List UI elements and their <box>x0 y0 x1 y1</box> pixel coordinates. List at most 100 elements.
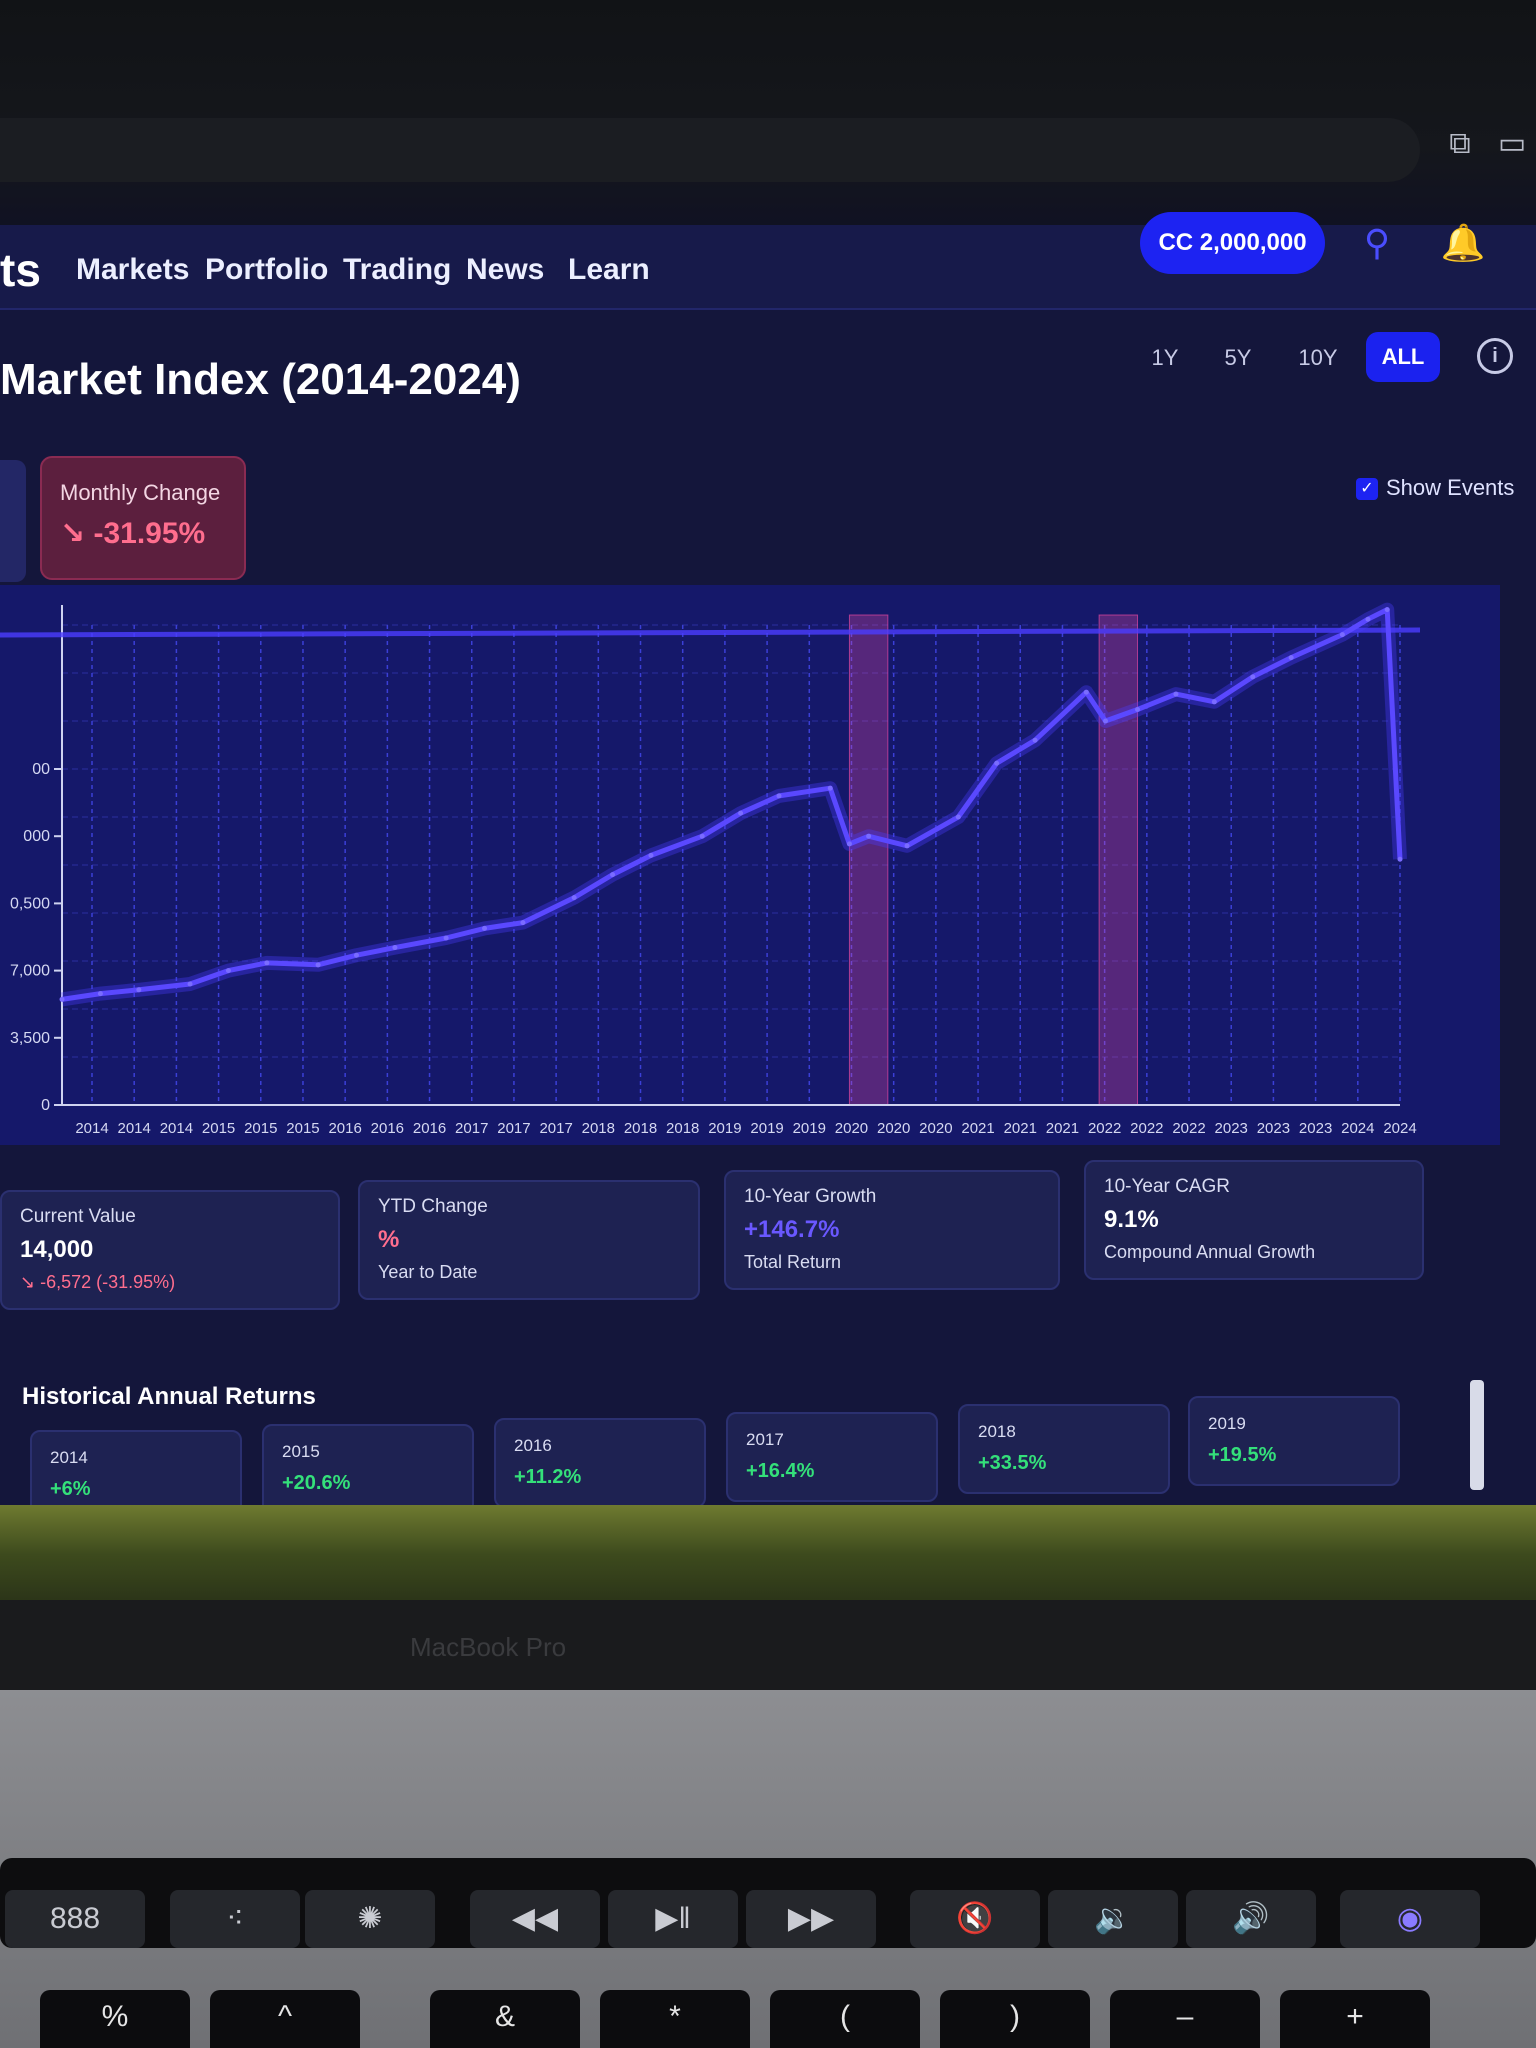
x-tick-label: 2015 <box>202 1120 235 1137</box>
y-tick-label: 000 <box>23 828 50 845</box>
annual-return: +33.5% <box>978 1452 1047 1474</box>
key-minus[interactable]: – <box>1110 1990 1260 2048</box>
data-point <box>1211 699 1217 705</box>
devices-icon[interactable]: ▭ <box>1492 124 1532 164</box>
data-point <box>1339 632 1345 638</box>
range-10y[interactable]: 10Y <box>1288 338 1348 378</box>
annual-year: 2014 <box>50 1448 88 1467</box>
data-point <box>482 925 488 931</box>
y-tick-label: 0 <box>41 1097 50 1114</box>
checkbox-checked-icon[interactable]: ✓ <box>1356 478 1378 501</box>
annual-card-2015[interactable]: 2015 +20.6% <box>262 1424 474 1505</box>
siri-icon[interactable]: ◉ <box>1340 1890 1480 1948</box>
data-point <box>904 843 910 849</box>
monthly-change-value: -31.95% <box>93 517 206 550</box>
nav-portfolio[interactable]: Portfolio <box>205 253 328 287</box>
address-bar[interactable] <box>0 118 1420 182</box>
x-tick-label: 2014 <box>75 1120 108 1137</box>
cagr-card: 10-Year CAGR 9.1% Compound Annual Growth <box>1084 1160 1424 1280</box>
growth-value: +146.7% <box>744 1216 840 1243</box>
data-point <box>846 841 852 847</box>
x-tick-label: 2024 <box>1341 1120 1374 1137</box>
scrollbar[interactable] <box>1470 1380 1484 1490</box>
key-asterisk[interactable]: * <box>600 1990 750 2048</box>
search-icon[interactable]: ⚲ <box>1352 218 1402 268</box>
key-percent[interactable]: % <box>40 1990 190 2048</box>
nav-trading[interactable]: Trading <box>343 253 451 287</box>
data-point <box>225 968 231 974</box>
x-tick-label: 2024 <box>1383 1120 1416 1137</box>
x-tick-label: 2018 <box>666 1120 699 1137</box>
annual-return: +6% <box>50 1478 91 1500</box>
annual-return: +11.2% <box>514 1466 582 1488</box>
data-point <box>776 793 782 799</box>
annual-card-2016[interactable]: 2016 +11.2% <box>494 1418 706 1505</box>
desktop-wallpaper <box>0 1505 1536 1605</box>
balance-button[interactable]: CC 2,000,000 <box>1140 212 1325 274</box>
data-point <box>1103 718 1109 724</box>
x-tick-label: 2022 <box>1130 1120 1163 1137</box>
annual-card-2014[interactable]: 2014 +6% <box>30 1430 242 1505</box>
x-tick-label: 2019 <box>750 1120 783 1137</box>
annual-card-2019[interactable]: 2019 +19.5% <box>1188 1396 1400 1486</box>
launchpad-icon[interactable]: 888 <box>5 1890 145 1948</box>
x-tick-label: 2017 <box>497 1120 530 1137</box>
x-tick-label: 2022 <box>1088 1120 1121 1137</box>
annual-year: 2017 <box>746 1430 784 1449</box>
x-tick-label: 2017 <box>455 1120 488 1137</box>
browser-chrome: ⧉ ▭ <box>0 0 1536 245</box>
x-tick-label: 2016 <box>371 1120 404 1137</box>
show-events-toggle[interactable]: ✓ Show Events <box>1356 475 1514 501</box>
x-tick-label: 2019 <box>793 1120 826 1137</box>
trend-down-icon: ↘ <box>60 517 94 550</box>
data-point <box>443 935 449 941</box>
play-pause-icon[interactable]: ▶‖ <box>608 1890 738 1948</box>
brand-logo[interactable]: ts <box>0 243 41 297</box>
event-band <box>848 614 889 1106</box>
cagr-value: 9.1% <box>1104 1206 1159 1233</box>
nav-news[interactable]: News <box>466 253 544 287</box>
range-5y[interactable]: 5Y <box>1208 338 1268 378</box>
x-tick-label: 2015 <box>286 1120 319 1137</box>
data-point <box>353 952 359 958</box>
annual-card-2018[interactable]: 2018 +33.5% <box>958 1404 1170 1494</box>
data-point <box>1288 655 1294 661</box>
x-tick-label: 2023 <box>1257 1120 1290 1137</box>
trend-down-icon: ↘ <box>20 1272 41 1292</box>
data-point <box>97 991 103 997</box>
key-plus[interactable]: + <box>1280 1990 1430 2048</box>
volume-down-icon[interactable]: 🔉 <box>1048 1890 1178 1948</box>
nav-markets[interactable]: Markets <box>76 253 189 287</box>
annual-return: +20.6% <box>282 1472 351 1494</box>
volume-up-icon[interactable]: 🔊 <box>1186 1890 1316 1948</box>
data-point <box>264 960 270 966</box>
fast-forward-icon[interactable]: ▶▶ <box>746 1890 876 1948</box>
mute-icon[interactable]: 🔇 <box>910 1890 1040 1948</box>
nav-learn[interactable]: Learn <box>568 253 650 287</box>
chart-svg: 2014 2014 2014 2015 2015 2015 2016 2016 2016 2017… <box>0 585 1500 1145</box>
info-icon[interactable]: i <box>1477 338 1513 374</box>
rewind-icon[interactable]: ◀◀ <box>470 1890 600 1948</box>
brightness-up-icon[interactable]: ✺ <box>305 1890 435 1948</box>
range-all[interactable]: ALL <box>1366 332 1440 382</box>
brightness-down-icon[interactable]: ⁖ <box>170 1890 300 1948</box>
key-paren-open[interactable]: ( <box>770 1990 920 2048</box>
key-caret[interactable]: ^ <box>210 1990 360 2048</box>
annual-card-2017[interactable]: 2017 +16.4% <box>726 1412 938 1502</box>
monthly-change-label: Monthly Change <box>60 480 221 505</box>
share-icon[interactable]: ⧉ <box>1440 124 1480 164</box>
key-ampersand[interactable]: & <box>430 1990 580 2048</box>
ytd-label: YTD Change <box>378 1196 488 1217</box>
y-tick-label: 3,500 <box>10 1030 50 1047</box>
ytd-sub: Year to Date <box>378 1262 478 1282</box>
data-point <box>136 987 142 993</box>
key-paren-close[interactable]: ) <box>940 1990 1090 2048</box>
bell-icon[interactable]: 🔔 <box>1438 218 1488 268</box>
growth-label: 10-Year Growth <box>744 1186 877 1207</box>
stat-card-partial <box>0 460 26 582</box>
laptop-hinge <box>0 1600 1536 1690</box>
x-tick-label: 2021 <box>1004 1120 1037 1137</box>
x-tick-label: 2021 <box>961 1120 994 1137</box>
x-tick-label: 2015 <box>244 1120 277 1137</box>
range-1y[interactable]: 1Y <box>1135 338 1195 378</box>
